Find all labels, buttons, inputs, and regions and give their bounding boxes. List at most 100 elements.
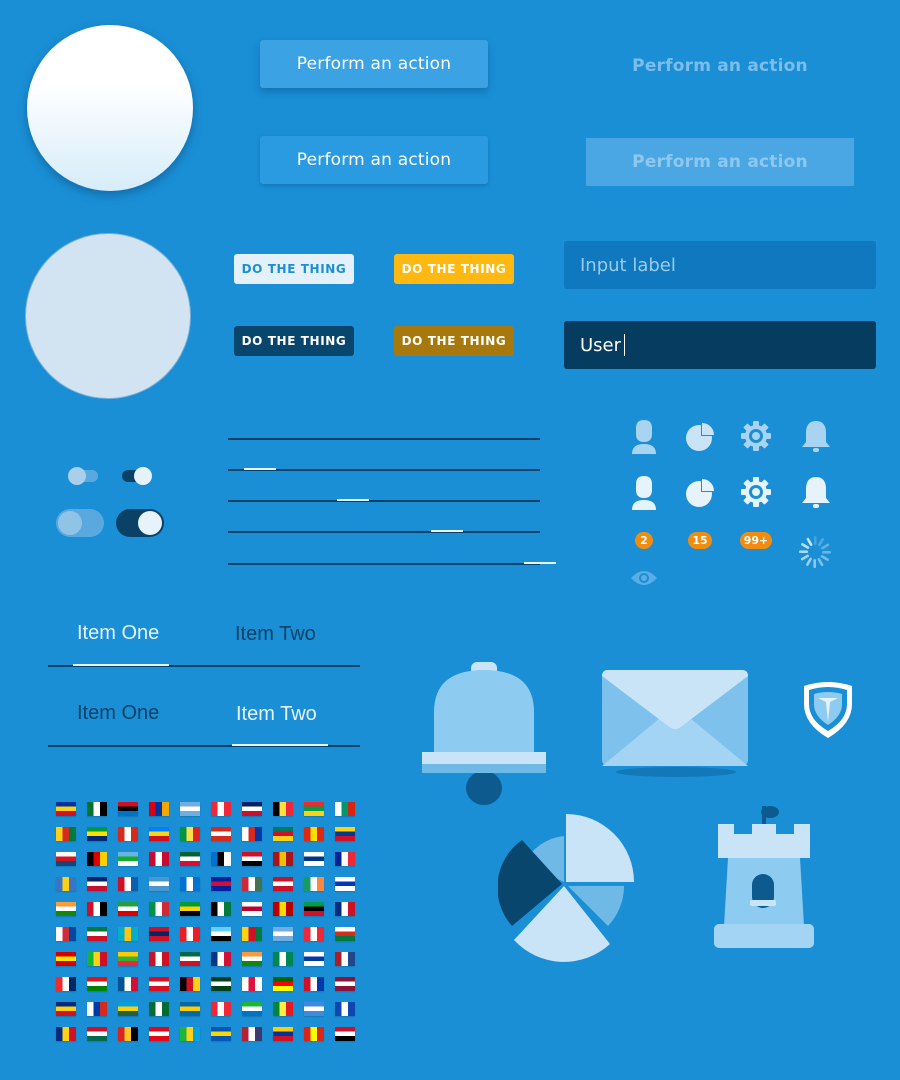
spinner-icon: [799, 536, 831, 568]
country-flag: [118, 802, 138, 816]
country-flags-grid: [56, 802, 356, 1044]
country-flag: [87, 852, 107, 866]
country-flag: [118, 1027, 138, 1041]
disabled-action-button[interactable]: Perform an action: [586, 138, 854, 186]
country-flag: [304, 927, 324, 941]
country-flag: [211, 952, 231, 966]
country-flag: [211, 802, 231, 816]
country-flag: [56, 827, 76, 841]
country-flag: [149, 927, 169, 941]
do-thing-button-light[interactable]: DO THE THING: [234, 254, 354, 284]
country-flag: [242, 1002, 262, 1016]
country-flag: [87, 1027, 107, 1041]
slider-handle[interactable]: [431, 530, 463, 532]
raised-action-button[interactable]: Perform an action: [260, 40, 488, 88]
country-flag: [180, 1027, 200, 1041]
bell-icon-filled[interactable]: [801, 476, 831, 510]
country-flag: [211, 1027, 231, 1041]
country-flag: [149, 827, 169, 841]
pie-chart-icon: [498, 814, 634, 962]
country-flag: [335, 802, 355, 816]
country-flag: [273, 827, 293, 841]
slider-track[interactable]: [228, 562, 556, 565]
country-flag: [242, 927, 262, 941]
text-action-button[interactable]: Perform an action: [606, 42, 834, 90]
eye-icon[interactable]: [630, 569, 658, 587]
tab-item-two[interactable]: Item Two: [235, 623, 316, 646]
slider-track[interactable]: [228, 468, 540, 471]
country-flag: [242, 977, 262, 991]
country-flag: [149, 1027, 169, 1041]
country-flag: [149, 802, 169, 816]
country-flag: [56, 977, 76, 991]
country-flag: [118, 952, 138, 966]
country-flag: [149, 877, 169, 891]
input-placeholder: Input label: [580, 254, 676, 276]
country-flag: [56, 952, 76, 966]
user-icon[interactable]: [630, 420, 658, 454]
pie-chart-icon[interactable]: [685, 422, 715, 452]
country-flag: [335, 902, 355, 916]
country-flag: [304, 852, 324, 866]
country-flag: [180, 977, 200, 991]
country-flag: [273, 902, 293, 916]
country-flag: [149, 852, 169, 866]
slider-handle[interactable]: [337, 499, 369, 501]
country-flag: [304, 952, 324, 966]
tab-active-indicator: [73, 664, 169, 666]
country-flag: [242, 802, 262, 816]
country-flag: [118, 1002, 138, 1016]
country-flag: [335, 827, 355, 841]
country-flag: [304, 827, 324, 841]
country-flag: [180, 902, 200, 916]
slider-track[interactable]: [228, 499, 540, 502]
flat-action-button[interactable]: Perform an action: [260, 136, 488, 184]
country-flag: [304, 902, 324, 916]
castle-icon: [714, 806, 814, 948]
country-flag: [118, 827, 138, 841]
tab-item-one[interactable]: Item One: [77, 702, 159, 725]
country-flag: [335, 977, 355, 991]
country-flag: [335, 1027, 355, 1041]
country-flag: [273, 802, 293, 816]
country-flag: [304, 877, 324, 891]
do-thing-button-dark[interactable]: DO THE THING: [234, 326, 354, 356]
country-flag: [180, 927, 200, 941]
gear-icon-filled[interactable]: [740, 476, 772, 508]
input-label-field[interactable]: Input label: [564, 241, 876, 289]
slider-track[interactable]: [228, 530, 540, 533]
country-flag: [56, 1027, 76, 1041]
gear-icon[interactable]: [740, 420, 772, 452]
do-thing-button-yellow[interactable]: DO THE THING: [394, 254, 514, 284]
slider-handle[interactable]: [244, 468, 276, 470]
country-flag: [242, 827, 262, 841]
country-flag: [335, 852, 355, 866]
text-caret: [624, 334, 626, 356]
badge-count: 99+: [740, 532, 772, 549]
country-flag: [304, 802, 324, 816]
country-flag: [56, 1002, 76, 1016]
country-flag: [87, 802, 107, 816]
do-thing-button-amber[interactable]: DO THE THING: [394, 326, 514, 356]
country-flag: [335, 927, 355, 941]
country-flag: [180, 852, 200, 866]
country-flag: [87, 977, 107, 991]
user-input-field[interactable]: User: [564, 321, 876, 369]
country-flag: [180, 1002, 200, 1016]
country-flag: [242, 952, 262, 966]
country-flag: [242, 902, 262, 916]
tab-item-two[interactable]: Item Two: [236, 703, 317, 726]
tab-item-one[interactable]: Item One: [77, 622, 159, 645]
slider-track[interactable]: [228, 438, 540, 440]
country-flag: [149, 902, 169, 916]
country-flag: [149, 977, 169, 991]
pie-chart-icon-filled[interactable]: [685, 478, 715, 508]
country-flag: [118, 902, 138, 916]
white-circle-avatar: [27, 25, 193, 191]
slider-handle[interactable]: [524, 562, 556, 564]
country-flag: [56, 852, 76, 866]
country-flag: [180, 952, 200, 966]
user-icon-filled[interactable]: [630, 476, 658, 510]
bell-icon[interactable]: [801, 420, 831, 454]
country-flag: [87, 927, 107, 941]
